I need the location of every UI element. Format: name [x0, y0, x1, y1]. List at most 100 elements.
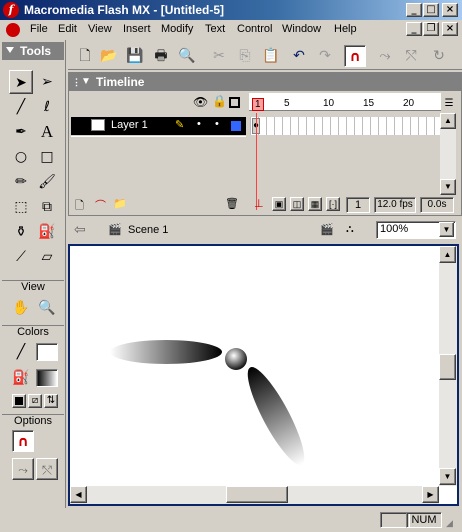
no-color-icon[interactable]: ⧄ — [28, 394, 42, 408]
eyedropper-tool-icon[interactable]: ⟋ — [9, 245, 33, 269]
layer-frames[interactable] — [250, 117, 440, 135]
new-file-icon[interactable]: 🗋 — [74, 45, 96, 67]
oval-tool-icon[interactable]: ○ — [9, 145, 33, 169]
toolbar-straighten-icon[interactable]: ⤲ — [400, 45, 422, 67]
straighten-icon[interactable]: ⤲ — [36, 458, 58, 480]
menu-file[interactable]: File — [30, 23, 48, 35]
stage-area[interactable]: ▲ ▼ ◀ ▶ — [68, 244, 459, 506]
doc-close-button[interactable]: × — [442, 22, 458, 36]
fill-color-swatch[interactable] — [36, 369, 58, 387]
delete-layer-icon[interactable]: 🗑 — [225, 197, 239, 210]
lock-icon[interactable]: 🔒 — [212, 94, 227, 108]
stroke-color-swatch[interactable] — [36, 343, 58, 361]
free-transform-tool-icon[interactable]: ⬚ — [9, 195, 33, 219]
text-tool-icon[interactable]: A — [35, 120, 59, 144]
onion-skin-icon[interactable]: ▣ — [272, 197, 286, 211]
snap-to-objects-icon[interactable]: ∩ — [12, 430, 34, 452]
swap-colors-icon[interactable]: ⇅ — [44, 394, 58, 408]
smooth-icon[interactable]: ⤳ — [12, 458, 34, 480]
doc-minimize-button[interactable]: _ — [406, 22, 422, 36]
pen-tool-icon[interactable]: ✒ — [9, 120, 33, 144]
menu-text[interactable]: Text — [205, 23, 225, 35]
menu-help[interactable]: Help — [334, 23, 357, 35]
redo-icon[interactable]: ↷ — [314, 45, 336, 67]
insert-layer-folder-icon[interactable]: 📁 — [113, 197, 127, 210]
menu-insert[interactable]: Insert — [123, 23, 151, 35]
snap-magnet-icon[interactable]: ∩ — [344, 45, 366, 67]
brush-tool-icon[interactable]: 🖌 — [35, 170, 59, 194]
pencil-tool-icon[interactable]: ✏ — [9, 170, 33, 194]
print-preview-icon[interactable]: 🔍 — [176, 45, 198, 67]
zoom-select[interactable]: 100% ▼ — [376, 221, 456, 239]
layer-name[interactable]: Layer 1 — [111, 119, 148, 131]
onion-outlines-icon[interactable]: ◫ — [290, 197, 304, 211]
open-folder-icon[interactable]: 📂 — [98, 45, 120, 67]
hand-tool-icon[interactable]: ✋ — [9, 296, 33, 320]
menu-edit[interactable]: Edit — [58, 23, 77, 35]
edit-multiple-frames-icon[interactable]: ▦ — [308, 197, 322, 211]
eraser-tool-icon[interactable]: ▱ — [35, 245, 59, 269]
add-motion-guide-icon[interactable]: ⌒ — [95, 197, 106, 213]
minimize-button[interactable]: _ — [406, 3, 422, 17]
paint-bucket-tool-icon[interactable]: ⛽ — [35, 220, 59, 244]
outline-icon[interactable] — [229, 97, 240, 108]
modify-markers-icon[interactable]: [·] — [326, 197, 340, 211]
line-tool-icon[interactable]: ╱ — [9, 95, 33, 119]
stage-vscroll[interactable]: ▲ ▼ — [439, 246, 457, 486]
collapse-arrow-icon[interactable] — [6, 47, 14, 55]
copy-icon[interactable]: ⎘ — [234, 45, 256, 67]
undo-icon[interactable]: ↶ — [288, 45, 310, 67]
layer-row[interactable]: Layer 1 ✎ • • — [71, 117, 246, 135]
toolbar-smooth-icon[interactable]: ⤳ — [374, 45, 396, 67]
rotate-icon[interactable]: ↻ — [428, 45, 450, 67]
layer-lock-dot[interactable]: • — [215, 118, 219, 130]
subselect-tool-icon[interactable]: ➢ — [35, 70, 59, 94]
lasso-tool-icon[interactable]: ℓ — [35, 95, 59, 119]
horizontal-ellipse[interactable] — [110, 340, 222, 364]
diagonal-ellipse[interactable] — [239, 361, 314, 470]
stroke-color-icon[interactable]: ╱ — [9, 340, 33, 364]
timeline-header[interactable]: ⋮ ▼ Timeline — [69, 73, 461, 91]
frame-rate-field[interactable]: 12.0 fps — [374, 197, 416, 213]
resize-grip-icon[interactable]: ◢ — [446, 518, 458, 530]
rectangle-tool-icon[interactable]: □ — [35, 145, 59, 169]
stage-scroll-down-icon[interactable]: ▼ — [439, 468, 456, 485]
zoom-dropdown-icon[interactable]: ▼ — [439, 222, 454, 237]
layer-outline-color[interactable] — [231, 121, 241, 131]
insert-layer-icon[interactable]: 🗋 — [75, 197, 84, 216]
fill-transform-tool-icon[interactable]: ⧉ — [35, 195, 59, 219]
ink-bottle-tool-icon[interactable]: ⚱ — [9, 220, 33, 244]
timeline-options-icon[interactable]: ☰ — [442, 95, 456, 113]
stage-scroll-up-icon[interactable]: ▲ — [439, 246, 456, 263]
center-frame-icon[interactable]: ⊥ — [254, 197, 264, 210]
layer-visible-dot[interactable]: • — [197, 118, 201, 130]
back-arrow-icon[interactable]: ⇦ — [74, 221, 86, 238]
flash-app-icon[interactable]: f — [3, 2, 19, 18]
edit-scene-icon[interactable]: 🎬 — [320, 223, 334, 236]
stage-scroll-right-icon[interactable]: ▶ — [422, 486, 439, 503]
menu-modify[interactable]: Modify — [161, 23, 193, 35]
print-icon[interactable]: 🖶 — [150, 45, 172, 67]
menu-view[interactable]: View — [88, 23, 112, 35]
stage-scroll-left-icon[interactable]: ◀ — [70, 486, 87, 503]
save-icon[interactable]: 💾 — [124, 45, 146, 67]
cut-icon[interactable]: ✂ — [208, 45, 230, 67]
stage-vscroll-thumb[interactable] — [439, 354, 456, 380]
menu-window[interactable]: Window — [282, 23, 321, 35]
close-button[interactable]: × — [442, 3, 458, 17]
document-icon[interactable] — [6, 23, 20, 37]
eye-icon[interactable]: 👁 — [193, 95, 208, 109]
scroll-up-icon[interactable]: ▲ — [440, 113, 456, 129]
arrow-tool-icon[interactable]: ➤ — [9, 70, 33, 94]
fill-color-icon[interactable]: ⛽ — [9, 366, 33, 390]
zoom-tool-icon[interactable]: 🔍 — [35, 296, 59, 320]
menu-control[interactable]: Control — [237, 23, 272, 35]
scroll-down-icon[interactable]: ▼ — [440, 179, 456, 195]
timeline-vscroll[interactable]: ▲ ▼ — [440, 113, 456, 195]
maximize-button[interactable]: □ — [423, 3, 439, 17]
doc-restore-button[interactable]: ❐ — [423, 22, 439, 36]
stage-hscroll[interactable]: ◀ ▶ — [70, 486, 439, 504]
stage-hscroll-thumb[interactable] — [226, 486, 288, 503]
default-colors-icon[interactable] — [12, 394, 26, 408]
paste-icon[interactable]: 📋 — [260, 45, 282, 67]
